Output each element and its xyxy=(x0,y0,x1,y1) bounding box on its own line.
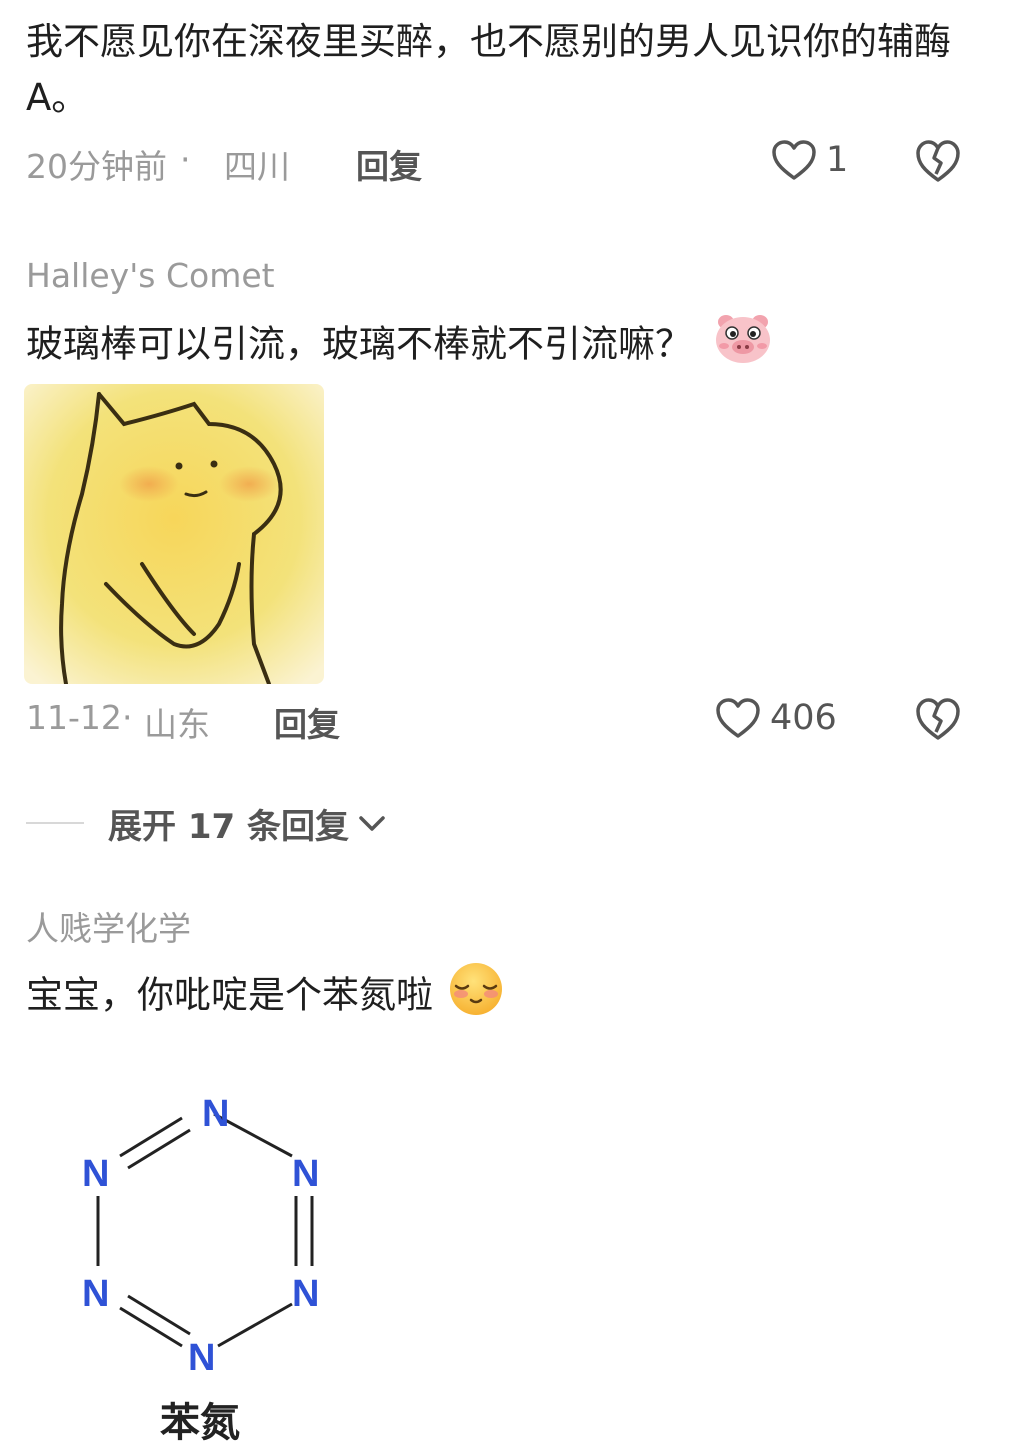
image-caption: 苯氮 xyxy=(160,1400,240,1446)
nitrogen-atom: N xyxy=(292,1153,319,1195)
like-button[interactable]: 1 xyxy=(770,138,848,182)
like-count: 1 xyxy=(826,140,849,180)
comment-time: 11-12 xyxy=(26,698,122,737)
divider-line xyxy=(26,822,84,824)
comment-meta: 11-12 · 山东 回复 xyxy=(26,698,986,744)
nitrogen-atom: N xyxy=(188,1337,215,1379)
comment-author[interactable]: Halley's Comet xyxy=(26,256,275,295)
comment-body: 宝宝，你吡啶是个苯氮啦 xyxy=(26,962,966,1032)
pig-face-emoji xyxy=(714,312,772,380)
comment-text: 我不愿见你在深夜里买醉，也不愿别的男人见识你的辅酶A。 xyxy=(26,20,951,119)
comment-body: 玻璃棒可以引流，玻璃不棒就不引流嘛？ xyxy=(26,312,966,380)
like-count: 406 xyxy=(770,698,837,738)
dislike-button[interactable] xyxy=(914,696,962,746)
heart-icon xyxy=(716,698,760,738)
comment-location: 四川 xyxy=(224,147,290,186)
comment-time: 20分钟前 xyxy=(26,147,167,186)
dislike-button[interactable] xyxy=(914,138,962,188)
nitrogen-atom: N xyxy=(82,1273,109,1315)
broken-heart-icon xyxy=(916,140,960,182)
reply-button[interactable]: 回复 xyxy=(274,698,340,746)
cat-sticker-image[interactable] xyxy=(24,384,324,684)
nitrogen-atom: N xyxy=(292,1273,319,1315)
chevron-down-icon xyxy=(359,816,385,831)
comment-text: 宝宝，你吡啶是个苯氮啦 xyxy=(26,973,433,1017)
like-button[interactable]: 406 xyxy=(714,696,837,740)
blushing-smile-emoji xyxy=(447,962,505,1032)
expand-replies-label: 展开 17 条回复 xyxy=(108,806,349,847)
nitrogen-atom: N xyxy=(82,1153,109,1195)
comment-location: 山东 xyxy=(144,705,210,744)
comment-text: 玻璃棒可以引流，玻璃不棒就不引流嘛？ xyxy=(26,322,692,366)
heart-icon xyxy=(772,140,816,180)
expand-replies-button[interactable]: 展开 17 条回复 xyxy=(26,800,389,847)
nitrogen-atom: N xyxy=(202,1093,229,1135)
broken-heart-icon xyxy=(916,698,960,740)
meta-separator: · xyxy=(180,140,191,179)
reply-button[interactable]: 回复 xyxy=(356,140,422,188)
meta-separator: · xyxy=(122,698,133,737)
comment-author[interactable]: 人贱学化学 xyxy=(26,902,191,950)
tetrazine-structure-image[interactable]: N N N N N N 苯氮 xyxy=(24,1034,396,1450)
